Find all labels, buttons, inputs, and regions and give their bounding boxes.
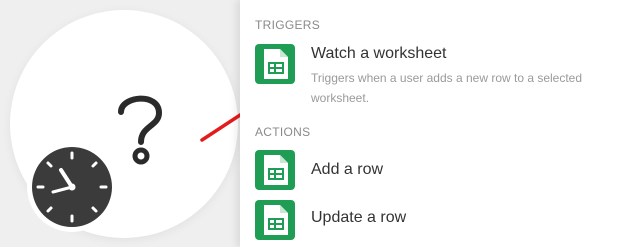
scenario-canvas: TRIGGERS Watch a worksheet Triggers when… <box>0 0 626 247</box>
trigger-item-label: Watch a worksheet <box>311 45 447 62</box>
module-picker-panel: TRIGGERS Watch a worksheet Triggers when… <box>240 0 626 247</box>
action-item-label: Update a row <box>311 209 407 226</box>
google-sheets-icon <box>255 200 295 240</box>
actions-section-title: ACTIONS <box>255 125 311 139</box>
clock-icon <box>27 142 117 232</box>
google-sheets-icon <box>255 150 295 190</box>
google-sheets-icon <box>255 44 295 84</box>
action-item-add-row[interactable]: Add a row <box>240 150 626 194</box>
trigger-item-watch-worksheet[interactable]: Watch a worksheet Triggers when a user a… <box>240 40 626 110</box>
trigger-item-description: Triggers when a user adds a new row to a… <box>311 71 583 105</box>
triggers-section-title: TRIGGERS <box>255 18 321 32</box>
action-item-label: Add a row <box>311 161 384 178</box>
action-item-update-row[interactable]: Update a row <box>240 200 626 244</box>
